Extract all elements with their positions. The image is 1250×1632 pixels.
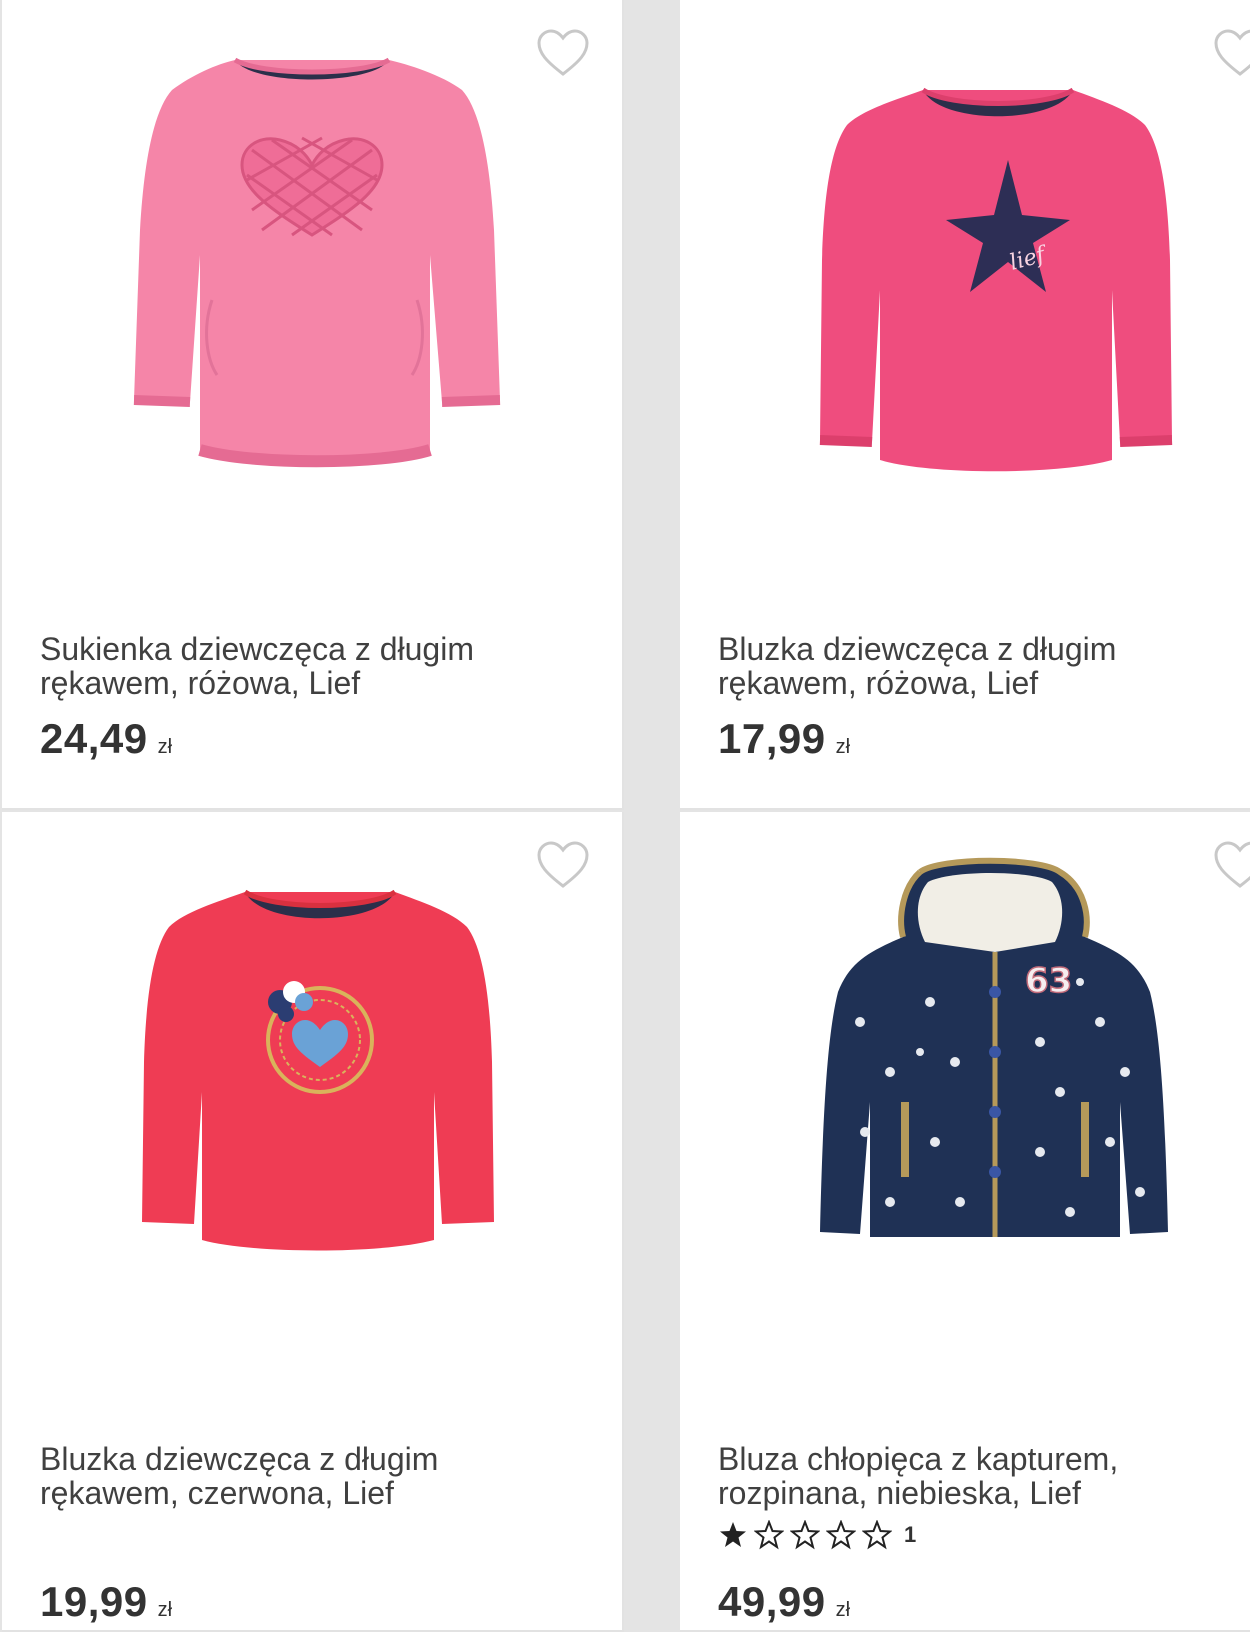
price-amount: 24,49 xyxy=(40,715,148,762)
red-blouse-heart-badge-icon[interactable] xyxy=(2,842,624,1322)
product-title[interactable]: Bluza chłopięca z kapturem, rozpinana, n… xyxy=(718,1442,1238,1510)
svg-text:63: 63 xyxy=(1025,961,1072,1001)
star-filled-icon xyxy=(720,1522,746,1547)
product-card[interactable]: 63 Bluza chłopięca z kapturem, rozpinana… xyxy=(680,812,1250,1632)
pink-blouse-star-icon[interactable]: lief xyxy=(680,30,1250,510)
product-title[interactable]: Bluzka dziewczęca z długim rękawem, różo… xyxy=(718,632,1238,700)
price-currency: zł xyxy=(835,736,851,758)
star-empty-icon xyxy=(790,1520,820,1550)
product-price: 17,99 zł xyxy=(718,715,850,763)
product-card[interactable]: Sukienka dziewczęca z długim rękawem, ró… xyxy=(2,0,624,810)
product-card[interactable]: Bluzka dziewczęca z długim rękawem, czer… xyxy=(2,812,624,1632)
product-grid: Sukienka dziewczęca z długim rękawem, ró… xyxy=(0,0,1250,1632)
product-price: 19,99 zł xyxy=(40,1578,172,1626)
product-title[interactable]: Sukienka dziewczęca z długim rękawem, ró… xyxy=(40,632,560,700)
price-amount: 17,99 xyxy=(718,715,826,762)
product-price: 24,49 zł xyxy=(40,715,172,763)
star-empty-icon xyxy=(862,1520,892,1550)
rating-stars: 1 xyxy=(718,1520,916,1550)
product-card[interactable]: lief Bluzka dziewczęca z długim rękawem,… xyxy=(680,0,1250,810)
product-price: 49,99 zł xyxy=(718,1578,850,1626)
pink-dress-heart-icon[interactable] xyxy=(2,30,624,510)
star-empty-icon xyxy=(754,1520,784,1550)
navy-star-hoodie-icon[interactable]: 63 xyxy=(680,842,1250,1322)
price-currency: zł xyxy=(157,736,173,758)
star-empty-icon xyxy=(826,1520,856,1550)
product-title[interactable]: Bluzka dziewczęca z długim rękawem, czer… xyxy=(40,1442,560,1510)
rating-count: 1 xyxy=(904,1522,917,1547)
